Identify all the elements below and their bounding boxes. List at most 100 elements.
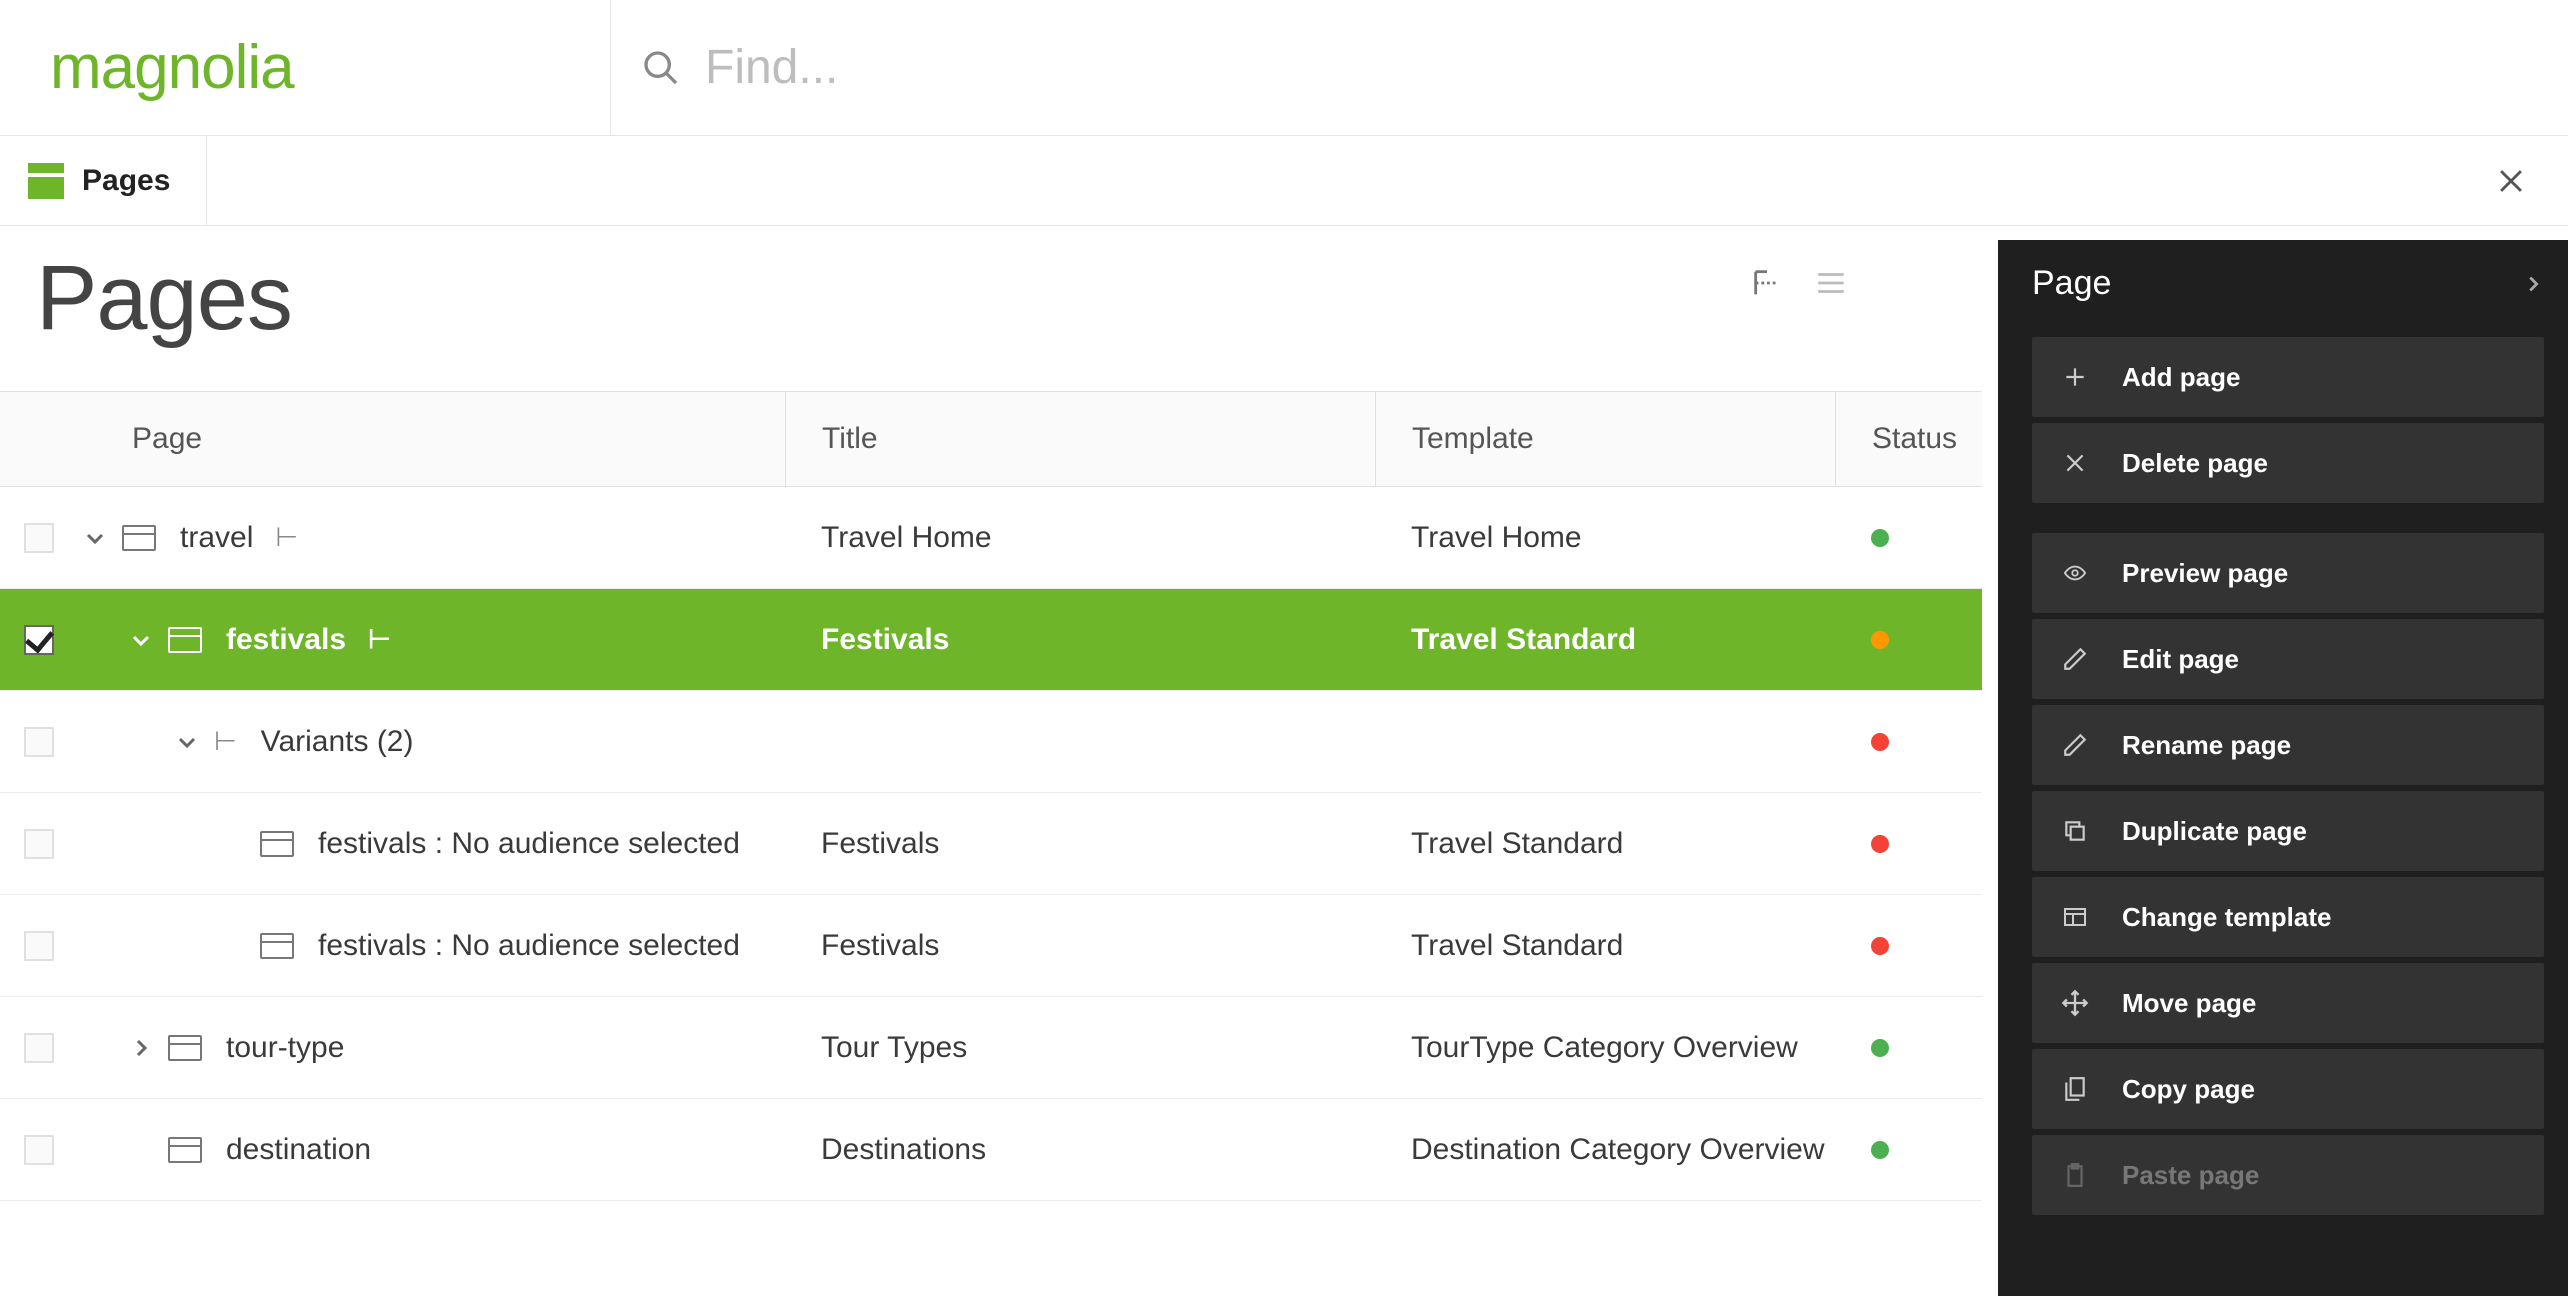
row-name: Variants (2) [261,725,414,759]
table-row[interactable]: tour-typeTour TypesTourType Category Ove… [0,997,1982,1099]
tab-bar: Pages [0,136,2568,226]
action-group: Preview page Edit page Rename page Duplicat… [2032,533,2544,1215]
row-checkbox[interactable] [24,727,54,757]
action-rename-page[interactable]: Rename page [2032,705,2544,785]
action-copy-page[interactable]: Copy page [2032,1049,2544,1129]
column-header-page[interactable]: Page [0,422,785,456]
action-change-template[interactable]: Change template [2032,877,2544,957]
row-name: tour-type [226,1031,344,1065]
table-row[interactable]: festivals : No audience selected Festival… [0,793,1982,895]
action-delete-page[interactable]: Delete page [2032,423,2544,503]
row-template: Travel Home [1375,521,1835,555]
plus-icon [2058,364,2092,390]
action-label: Copy page [2122,1074,2255,1105]
status-indicator-icon [1871,937,1889,955]
action-paste-page: Paste page [2032,1135,2544,1215]
column-header-title[interactable]: Title [785,392,1375,486]
page-icon [260,933,294,959]
row-status [1835,623,1982,657]
list-view-icon[interactable] [1814,266,1848,300]
copy-icon [2058,1075,2092,1103]
chevron-right-icon[interactable] [128,1036,154,1060]
action-label: Duplicate page [2122,816,2307,847]
page-icon [168,627,202,653]
action-preview-page[interactable]: Preview page [2032,533,2544,613]
brand-text: magnolia [50,32,294,103]
row-name: travel [180,521,253,555]
action-label: Paste page [2122,1160,2259,1191]
action-label: Rename page [2122,730,2291,761]
page-icon [168,1137,202,1163]
action-edit-page[interactable]: Edit page [2032,619,2544,699]
page-icon [122,525,156,551]
pages-app-icon [28,163,64,199]
row-name: festivals : No audience selected [318,827,740,861]
row-status [1835,827,1982,861]
row-title: Festivals [785,827,1375,861]
search-icon [641,48,681,88]
row-status [1835,1133,1982,1167]
action-move-page[interactable]: Move page [2032,963,2544,1043]
search-input[interactable] [705,40,1505,95]
action-add-page[interactable]: Add page [2032,337,2544,417]
action-label: Add page [2122,362,2240,393]
action-label: Edit page [2122,644,2239,675]
table-row[interactable]: travel ⊢ Travel HomeTravel Home [0,487,1982,589]
action-label: Change template [2122,902,2332,933]
pencil-icon [2058,646,2092,672]
pencil-icon [2058,732,2092,758]
row-checkbox[interactable] [24,1135,54,1165]
row-checkbox[interactable] [24,523,54,553]
page-icon [260,831,294,857]
row-title: Travel Home [785,521,1375,555]
status-indicator-icon [1871,529,1889,547]
row-status [1835,521,1982,555]
tree-branch-icon: ⊢ [275,522,298,553]
tab-label: Pages [82,164,170,198]
action-group: Add page Delete page [2032,337,2544,503]
table-header-row: Page Title Template Status [0,391,1982,487]
row-status [1835,929,1982,963]
x-icon [2058,450,2092,476]
brand-logo[interactable]: magnolia [0,32,610,103]
template-icon [2058,905,2092,929]
column-header-template[interactable]: Template [1375,392,1835,486]
row-name: festivals : No audience selected [318,929,740,963]
action-label: Preview page [2122,558,2288,589]
tab-pages[interactable]: Pages [0,136,207,225]
move-icon [2058,989,2092,1017]
table-row[interactable]: festivals : No audience selectedFestival… [0,895,1982,997]
row-template: Travel Standard [1375,929,1835,963]
row-checkbox[interactable] [24,625,54,655]
status-indicator-icon [1871,631,1889,649]
row-template: Travel Standard [1375,827,1835,861]
action-label: Delete page [2122,448,2268,479]
chevron-down-icon[interactable] [82,526,108,550]
status-indicator-icon [1871,835,1889,853]
column-header-status[interactable]: Status [1835,392,1982,486]
actions-panel-header[interactable]: Page [2032,264,2544,303]
row-status [1835,1031,1982,1065]
table-row[interactable]: ⊢Variants (2) [0,691,1982,793]
chevron-down-icon[interactable] [174,730,200,754]
row-template: Destination Category Overview [1375,1133,1835,1167]
search-bar[interactable] [610,0,2568,135]
row-title: Destinations [785,1133,1375,1167]
close-tab-button[interactable] [2494,164,2528,198]
action-duplicate-page[interactable]: Duplicate page [2032,791,2544,871]
row-checkbox[interactable] [24,931,54,961]
duplicate-icon [2058,818,2092,844]
chevron-down-icon[interactable] [128,628,154,652]
actions-panel: Page Add page Delete page Preview page Edit… [1998,240,2568,1296]
row-title: Tour Types [785,1031,1375,1065]
row-status [1835,725,1982,759]
row-name: festivals [226,623,346,657]
status-indicator-icon [1871,733,1889,751]
page-title: Pages [36,246,292,351]
tree-view-icon[interactable] [1750,266,1784,300]
table-row[interactable]: destinationDestinationsDestination Categ… [0,1099,1982,1201]
table-row[interactable]: festivals⊢FestivalsTravel Standard [0,589,1982,691]
page-icon [168,1035,202,1061]
row-checkbox[interactable] [24,829,54,859]
row-checkbox[interactable] [24,1033,54,1063]
